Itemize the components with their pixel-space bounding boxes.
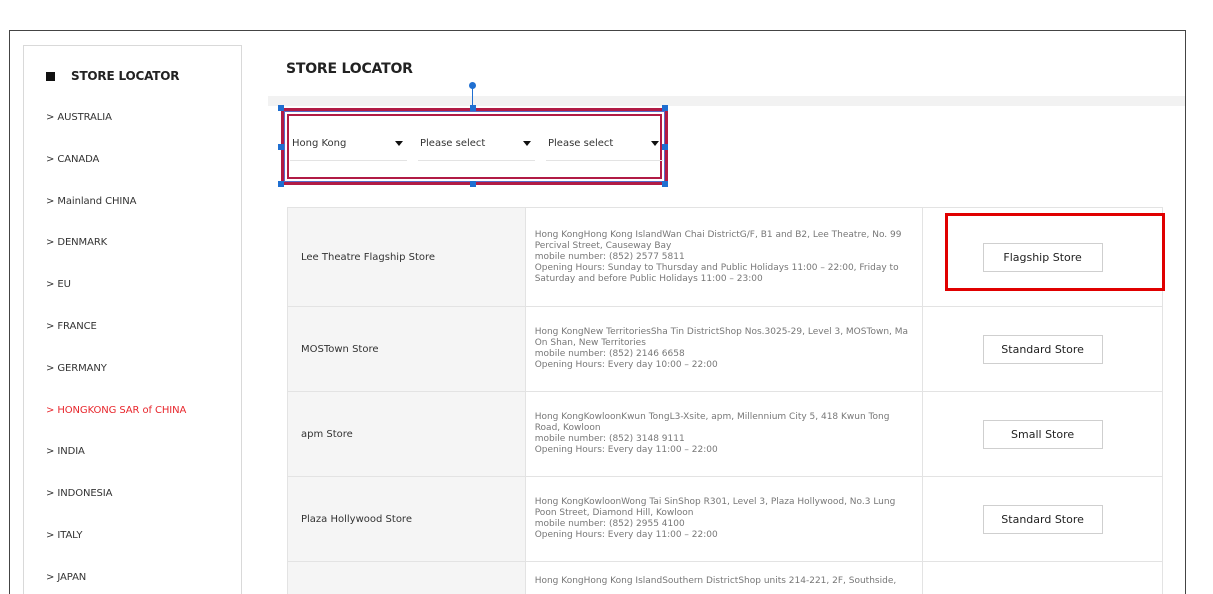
store-type-cell: Standard Store — [922, 476, 1163, 562]
store-info: Hong KongNew TerritoriesSha Tin District… — [524, 306, 924, 392]
caret-down-icon — [523, 141, 531, 146]
sidebar-item-eu[interactable]: > EU — [46, 279, 186, 321]
table-row: apm Store Hong KongKowloonKwun TongL3-Xs… — [287, 391, 1163, 477]
store-hours: Opening Hours: Sunday to Thursday and Pu… — [534, 262, 899, 284]
page-title: STORE LOCATOR — [286, 61, 413, 77]
filter-selects: Hong Kong Please select Please select — [290, 127, 674, 161]
store-hours: Opening Hours: Every day 11:00 – 22:00 — [534, 445, 718, 455]
page-frame: STORE LOCATOR > AUSTRALIA > CANADA > Mai… — [9, 30, 1186, 594]
region-select-value: Hong Kong — [292, 138, 347, 149]
store-phone: mobile number: (852) 2577 5811 — [534, 251, 685, 262]
resize-handle-top-right[interactable] — [662, 105, 668, 111]
caret-down-icon — [395, 141, 403, 146]
table-row: MOSTown Store Hong KongNew TerritoriesSh… — [287, 306, 1163, 392]
store-address: Hong KongHong Kong IslandSouthern Distri… — [534, 576, 897, 586]
store-phone: mobile number: (852) 3148 9111 — [534, 434, 685, 444]
resize-handle-top[interactable] — [470, 105, 476, 111]
store-type-button[interactable]: Standard Store — [982, 504, 1103, 534]
store-hours: Opening Hours: Every day 11:00 – 22:00 — [534, 530, 718, 540]
sidebar-item-germany[interactable]: > GERMANY — [46, 363, 186, 405]
store-phone: mobile number: (852) 2955 4100 — [534, 519, 685, 529]
store-name: Plaza Hollywood Store — [287, 476, 526, 562]
resize-handle-left[interactable] — [278, 144, 284, 150]
table-row: Hong KongHong Kong IslandSouthern Distri… — [287, 561, 1163, 594]
store-address: Hong KongNew TerritoriesSha Tin District… — [534, 327, 909, 348]
resize-handle-bottom-right[interactable] — [662, 181, 668, 187]
table-row: Lee Theatre Flagship Store Hong KongHong… — [287, 207, 1163, 307]
resize-handle-bottom[interactable] — [470, 181, 476, 187]
sidebar-item-mainland-china[interactable]: > Mainland CHINA — [46, 196, 186, 238]
store-name: MOSTown Store — [287, 306, 526, 392]
sidebar-item-india[interactable]: > INDIA — [46, 446, 186, 488]
rotation-handle-line — [472, 87, 473, 106]
sidebar-item-denmark[interactable]: > DENMARK — [46, 237, 186, 279]
sidebar-title: STORE LOCATOR — [46, 69, 179, 83]
area-select-value: Please select — [548, 138, 614, 149]
sidebar-item-canada[interactable]: > CANADA — [46, 154, 186, 196]
store-address: Hong KongKowloonWong Tai SinShop R301, L… — [534, 497, 896, 518]
store-type-button[interactable]: Standard Store — [982, 334, 1103, 364]
district-select[interactable]: Please select — [418, 127, 535, 161]
store-info: Hong KongKowloonWong Tai SinShop R301, L… — [524, 476, 924, 562]
sidebar-item-hongkong[interactable]: > HONGKONG SAR of CHINA — [46, 405, 186, 447]
store-hours: Opening Hours: Every day 10:00 – 22:00 — [534, 360, 718, 370]
store-info: Hong KongHong Kong IslandWan Chai Distri… — [524, 207, 924, 307]
store-table: Lee Theatre Flagship Store Hong KongHong… — [287, 207, 1163, 594]
square-bullet-icon — [46, 71, 55, 81]
area-select[interactable]: Please select — [546, 127, 663, 161]
resize-handle-top-left[interactable] — [278, 105, 284, 111]
store-address: Hong KongHong Kong IslandWan Chai Distri… — [534, 229, 902, 251]
region-select[interactable]: Hong Kong — [290, 127, 407, 161]
rotation-handle[interactable] — [469, 82, 476, 89]
store-type-button[interactable]: Small Store — [982, 419, 1103, 449]
caret-down-icon — [651, 141, 659, 146]
store-name — [287, 561, 526, 594]
store-name: apm Store — [287, 391, 526, 477]
sidebar-title-label: STORE LOCATOR — [71, 69, 180, 83]
title-divider — [268, 96, 1185, 106]
sidebar-item-australia[interactable]: > AUSTRALIA — [46, 112, 186, 154]
sidebar: STORE LOCATOR > AUSTRALIA > CANADA > Mai… — [23, 45, 242, 594]
store-type-button[interactable]: Flagship Store — [982, 242, 1103, 272]
store-type-cell — [922, 561, 1163, 594]
store-info: Hong KongKowloonKwun TongL3-Xsite, apm, … — [524, 391, 924, 477]
store-type-cell: Standard Store — [922, 306, 1163, 392]
sidebar-item-france[interactable]: > FRANCE — [46, 321, 186, 363]
table-row: Plaza Hollywood Store Hong KongKowloonWo… — [287, 476, 1163, 562]
store-address: Hong KongKowloonKwun TongL3-Xsite, apm, … — [534, 412, 890, 433]
district-select-value: Please select — [420, 138, 486, 149]
sidebar-item-italy[interactable]: > ITALY — [46, 530, 186, 572]
store-info: Hong KongHong Kong IslandSouthern Distri… — [524, 561, 924, 594]
sidebar-item-japan[interactable]: > JAPAN — [46, 572, 186, 594]
resize-handle-bottom-left[interactable] — [278, 181, 284, 187]
store-name: Lee Theatre Flagship Store — [287, 207, 526, 307]
store-type-cell: Small Store — [922, 391, 1163, 477]
sidebar-item-indonesia[interactable]: > INDONESIA — [46, 488, 186, 530]
store-type-cell: Flagship Store — [922, 207, 1163, 307]
store-phone: mobile number: (852) 2146 6658 — [534, 349, 685, 359]
country-list: > AUSTRALIA > CANADA > Mainland CHINA > … — [46, 112, 186, 594]
